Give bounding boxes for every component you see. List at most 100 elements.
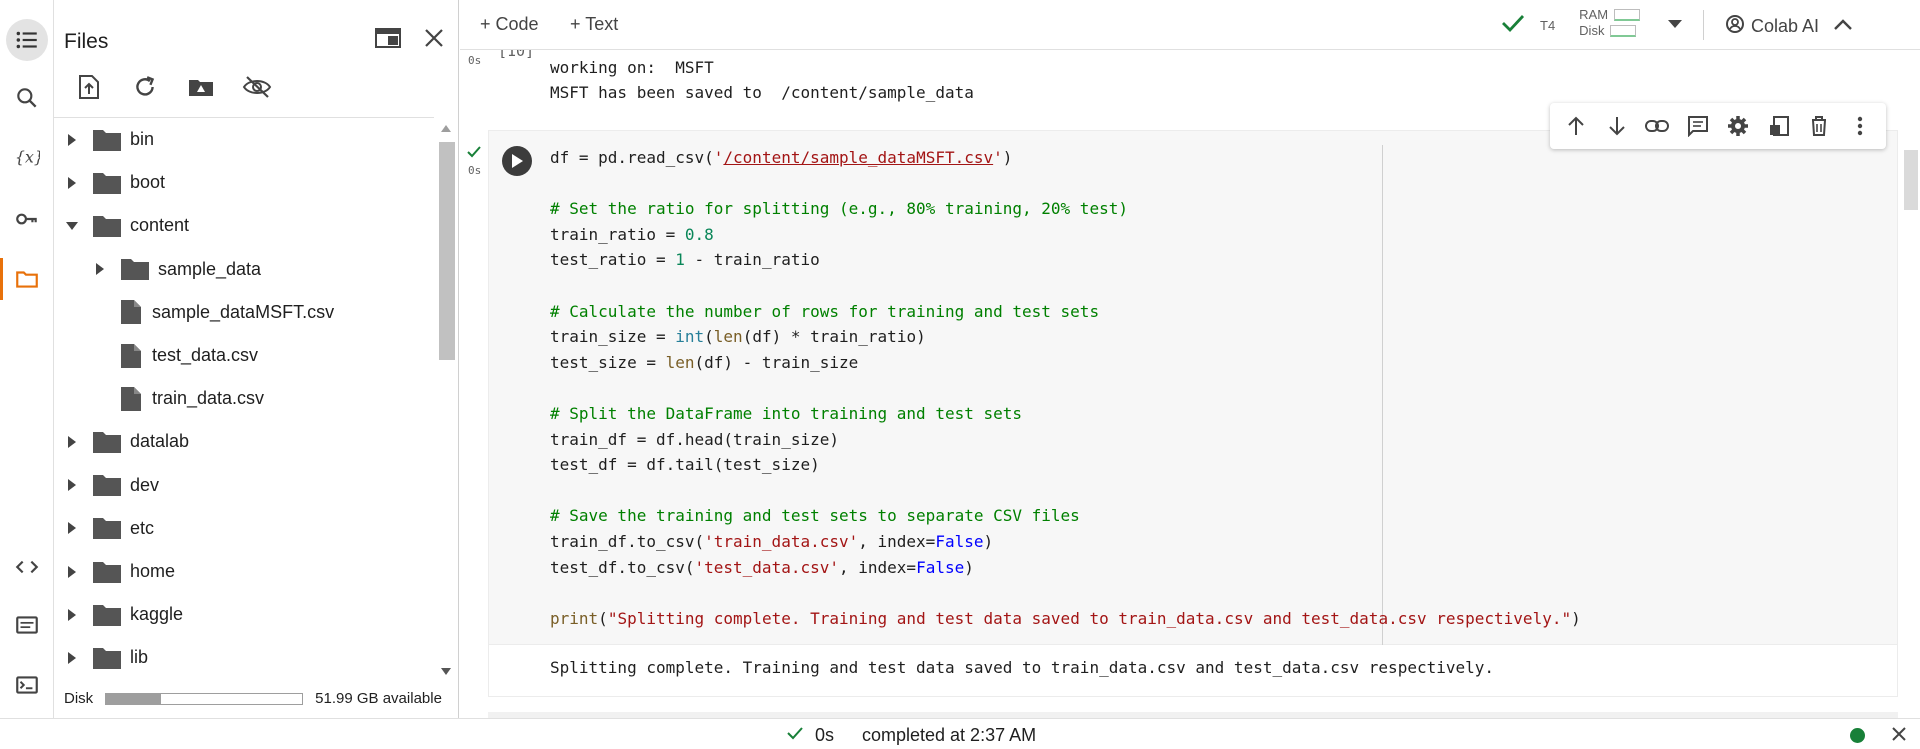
disk-label: Disk (64, 690, 94, 707)
disk-meter-bar (1610, 24, 1637, 37)
connected-check-icon (1500, 12, 1526, 39)
move-down-icon[interactable] (1603, 112, 1631, 140)
caret-right-icon[interactable] (90, 259, 110, 279)
mount-drive-icon[interactable] (186, 72, 216, 102)
link-icon[interactable] (1643, 112, 1671, 140)
tree-folder-row[interactable]: datalab (62, 420, 189, 463)
search-icon[interactable] (6, 77, 48, 119)
code-editor[interactable]: df = pd.read_csv('/content/sample_dataMS… (550, 145, 1581, 631)
move-up-icon[interactable] (1562, 112, 1590, 140)
ram-bar (1614, 8, 1641, 21)
active-rail-marker (0, 258, 3, 300)
add-code-button[interactable]: + Code (480, 14, 539, 35)
tree-folder-row[interactable]: home (62, 550, 175, 593)
comment-icon[interactable] (1684, 112, 1712, 140)
tree-file-row[interactable]: test_data.csv (90, 334, 258, 377)
tree-folder-row[interactable]: dev (62, 464, 159, 507)
table-of-contents-icon[interactable] (6, 19, 48, 61)
folder-icon[interactable] (6, 258, 48, 300)
caret-right-icon[interactable] (62, 432, 82, 452)
more-options-icon[interactable] (1846, 112, 1874, 140)
output-line: working on: MSFT (550, 58, 714, 77)
folder-icon (92, 171, 122, 195)
previous-cell-output: working on: MSFT MSFT has been saved to /… (550, 55, 974, 105)
tree-item-label: train_data.csv (152, 388, 265, 409)
folder-icon (92, 473, 122, 497)
caret-right-icon[interactable] (62, 130, 82, 150)
close-icon[interactable] (418, 22, 450, 54)
previous-exec-time: 0s (468, 54, 482, 67)
refresh-icon[interactable] (130, 72, 160, 102)
status-exec-time: 0s (815, 725, 835, 745)
tree-item-label: kaggle (130, 604, 184, 625)
tree-folder-row[interactable]: etc (62, 507, 154, 550)
hide-files-icon[interactable] (242, 72, 272, 102)
command-palette-icon[interactable] (6, 604, 48, 646)
caret-right-icon[interactable] (62, 173, 82, 193)
runtime-dropdown-icon[interactable] (1668, 16, 1683, 34)
disk-usage-fill (106, 693, 162, 704)
caret-right-icon[interactable] (62, 475, 82, 495)
tree-item-label: dev (130, 474, 160, 495)
colab-ai-button[interactable]: Colab AI (1725, 14, 1819, 39)
output-line: MSFT has been saved to /content/sample_d… (550, 83, 974, 102)
tree-item-label: bin (130, 129, 155, 149)
runtime-status[interactable]: T4 RAM Disk (1500, 6, 1683, 39)
cell-success-check-icon (466, 145, 482, 164)
tree-item-label: sample_data (158, 258, 262, 279)
status-completed-text[interactable]: completed at 2:37 AM (862, 725, 1036, 746)
run-cell-button[interactable] (502, 146, 532, 176)
tree-folder-row[interactable]: sample_data (90, 248, 261, 291)
close-status-icon[interactable] (1891, 726, 1907, 747)
tree-item-label: boot (130, 172, 166, 193)
file-icon (120, 386, 142, 412)
folder-icon (92, 646, 122, 670)
runtime-type: T4 (1540, 18, 1556, 33)
tree-folder-row[interactable]: kaggle (62, 593, 183, 636)
delete-icon[interactable] (1805, 112, 1833, 140)
caret-right-icon[interactable] (62, 562, 82, 582)
folder-icon (92, 128, 122, 152)
tree-folder-row[interactable]: bin (62, 118, 154, 161)
tree-item-label: test_data.csv (152, 345, 259, 365)
file-tree: bin boot content sample_data sample_dataMSFT… (54, 117, 434, 677)
caret-right-icon[interactable] (62, 518, 82, 538)
tree-folder-row[interactable]: boot (62, 161, 165, 204)
tree-item-label: lib (130, 647, 149, 668)
settings-gear-icon[interactable] (1724, 112, 1752, 140)
toolbar-divider (1703, 10, 1704, 40)
code-snippets-icon[interactable] (6, 546, 48, 588)
tree-file-row[interactable]: train_data.csv (90, 377, 264, 420)
folder-icon (92, 603, 122, 627)
tree-item-label: datalab (130, 431, 190, 452)
scroll-thumb[interactable] (439, 142, 455, 360)
folder-icon (92, 560, 122, 584)
caret-right-icon[interactable] (62, 605, 82, 625)
colab-ai-icon (1725, 14, 1745, 39)
play-icon (512, 154, 523, 168)
notebook-toolbar: + Code + Text T4 RAM Disk Colab AI (460, 0, 1920, 50)
terminal-icon[interactable] (6, 664, 48, 706)
ram-label: RAM (1579, 6, 1609, 22)
add-text-button[interactable]: + Text (570, 14, 618, 35)
key-icon[interactable] (6, 198, 48, 240)
folder-icon (92, 430, 122, 454)
open-in-tab-icon[interactable] (372, 22, 404, 54)
file-icon (120, 299, 142, 325)
upload-file-icon[interactable] (74, 72, 104, 102)
variables-icon[interactable]: {x} (6, 136, 48, 178)
collapse-header-icon[interactable] (1832, 14, 1854, 41)
caret-down-icon[interactable] (62, 216, 82, 236)
svg-text:{x}: {x} (15, 148, 40, 167)
tree-item-label: sample_dataMSFT.csv (152, 301, 335, 322)
file-tree-scrollbar[interactable] (434, 120, 458, 680)
status-bar: 0s completed at 2:37 AM (0, 718, 1920, 749)
colab-ai-label: Colab AI (1751, 16, 1820, 36)
notebook-scroll-thumb[interactable] (1904, 150, 1918, 210)
cell-toolbar (1550, 103, 1886, 149)
caret-right-icon[interactable] (62, 648, 82, 668)
tree-file-row[interactable]: sample_dataMSFT.csv (90, 291, 334, 334)
mirror-cell-icon[interactable] (1765, 112, 1793, 140)
tree-folder-row[interactable]: lib (62, 636, 148, 677)
tree-folder-row[interactable]: content (62, 204, 189, 247)
